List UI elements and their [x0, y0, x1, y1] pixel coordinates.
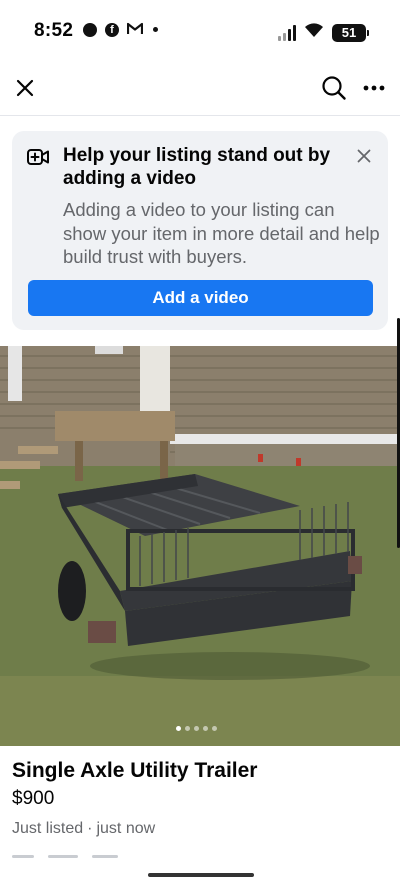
promo-body: Adding a video to your listing can show …: [63, 199, 380, 267]
status-bar: 8:52 f 51: [0, 0, 400, 62]
status-time: 8:52: [34, 20, 74, 41]
video-add-icon: [27, 148, 49, 166]
add-video-promo-card: Help your listing stand out by adding a …: [12, 131, 388, 330]
partial-line: [48, 855, 78, 858]
partial-line: [12, 855, 34, 858]
page-dot: [212, 726, 217, 731]
status-notification-icons: f: [83, 22, 158, 37]
top-nav-bar: [0, 62, 400, 116]
search-icon[interactable]: [320, 74, 348, 102]
gmail-icon: [126, 22, 144, 37]
listed-status: Just listed: [12, 820, 84, 837]
battery-level: 51: [341, 24, 357, 40]
partial-content-row: [12, 855, 118, 858]
page-dot: [185, 726, 190, 731]
photo-pagination-dots: [176, 726, 217, 731]
trailer-photo-illustration: [0, 346, 400, 746]
page-dot: [194, 726, 199, 731]
page-dot: [203, 726, 208, 731]
meta-separator: ·: [87, 820, 93, 837]
wifi-icon: [304, 22, 324, 43]
promo-title: Help your listing stand out by adding a …: [63, 145, 331, 189]
listing-photo[interactable]: [0, 346, 400, 746]
listed-time: just now: [96, 820, 156, 837]
add-video-button[interactable]: Add a video: [28, 280, 373, 316]
listing-title: Single Axle Utility Trailer: [12, 759, 258, 782]
notification-dot-icon: [83, 22, 97, 37]
home-indicator[interactable]: [148, 873, 254, 877]
promo-dismiss-button[interactable]: [352, 144, 376, 168]
page-dot: [176, 726, 181, 731]
more-options-icon[interactable]: [360, 74, 388, 102]
signal-icon: [278, 24, 296, 41]
listing-price: $900: [12, 788, 55, 809]
status-system-icons: 51: [278, 22, 369, 43]
close-icon[interactable]: [12, 75, 38, 101]
more-notifications-dot: [153, 27, 158, 32]
listing-meta: Just listed · just now: [12, 820, 155, 838]
facebook-icon: f: [105, 22, 119, 37]
partial-line: [92, 855, 118, 858]
battery-icon: 51: [332, 23, 369, 42]
